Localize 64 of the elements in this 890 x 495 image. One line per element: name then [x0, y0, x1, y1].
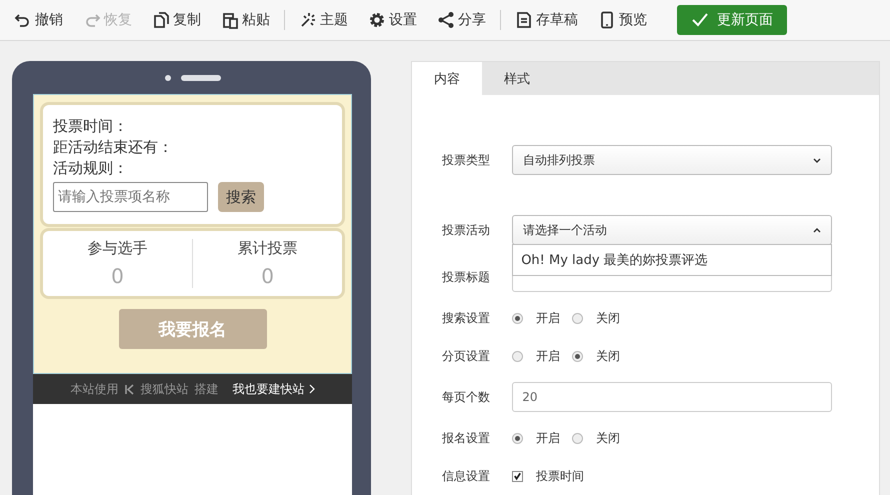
toolbar-button[interactable]: 主题 [291, 7, 356, 33]
share-icon [437, 11, 455, 29]
footer-text: 本站使用 [70, 380, 119, 398]
stat-label: 参与选手 [88, 239, 148, 258]
stat-label: 累计投票 [238, 239, 298, 258]
toolbar-button[interactable]: 复制 [144, 7, 209, 33]
toolbar-button[interactable]: 设置 [360, 7, 425, 33]
radio-label: 开启 [536, 348, 560, 364]
logo-icon [124, 384, 135, 394]
build-site-link[interactable]: 我也要建快站 [232, 380, 315, 398]
settings-icon [368, 11, 386, 29]
paste-icon [221, 11, 239, 29]
radio-button[interactable] [572, 432, 584, 444]
chevron-down-icon [813, 158, 822, 162]
wand-icon [299, 11, 317, 29]
stat-value: 0 [111, 264, 124, 288]
radio-label: 关闭 [596, 430, 620, 446]
radio-label: 开启 [536, 430, 560, 446]
field-label: 分页设置 [442, 348, 492, 364]
phone-icon [598, 11, 616, 29]
toolbar-button[interactable]: 分享 [429, 7, 494, 33]
toolbar-button[interactable]: 预览 [590, 7, 655, 33]
document-icon [515, 11, 533, 29]
stat-value: 0 [261, 264, 274, 288]
field-label: 报名设置 [442, 430, 492, 446]
toolbar-button[interactable]: 粘贴 [213, 7, 278, 33]
radio-label: 关闭 [596, 348, 620, 364]
dropdown-select[interactable]: 自动排列投票 [512, 145, 832, 175]
radio-label: 开启 [536, 310, 560, 326]
tab[interactable]: 内容 [412, 62, 482, 95]
check-icon [691, 11, 709, 29]
dropdown-option[interactable]: Oh! My lady 最美的妳投票评选 [513, 245, 832, 275]
field-label: 搜索设置 [442, 310, 492, 326]
info-text: 投票时间： [53, 117, 129, 136]
checkbox-label: 投票时间 [536, 468, 584, 484]
radio-button[interactable] [512, 350, 524, 362]
field-label: 投票活动 [442, 222, 492, 239]
field-label: 投票类型 [442, 152, 492, 169]
field-label: 投票标题 [442, 268, 492, 286]
dropdown-select[interactable]: 请选择一个活动 [512, 215, 832, 245]
update-page-button[interactable]: 更新页面 [677, 5, 787, 35]
footer-text: 搭建 [194, 380, 219, 398]
toolbar-button[interactable]: 撤销 [6, 7, 71, 33]
camera-icon [164, 74, 171, 80]
search-field[interactable]: 请输入投票项名称 [53, 182, 208, 212]
info-text: 距活动结束还有： [53, 138, 174, 157]
copy-icon [152, 11, 170, 29]
chevron-right-icon [308, 384, 315, 394]
chevron-up-icon [813, 228, 822, 232]
brand-text: 搜狐快站 [140, 380, 189, 398]
field-label: 信息设置 [442, 468, 492, 484]
field-label: 每页个数 [442, 388, 492, 406]
radio-label: 关闭 [596, 310, 620, 326]
search-button[interactable]: 搜索 [218, 182, 264, 212]
radio-button[interactable] [512, 432, 524, 444]
radio-button[interactable] [512, 312, 524, 324]
checkbox[interactable] [512, 470, 524, 482]
speaker-icon [180, 74, 221, 80]
radio-button[interactable] [572, 350, 584, 362]
tab[interactable]: 样式 [482, 62, 552, 95]
toolbar-button[interactable]: 存草稿 [507, 7, 586, 33]
info-text: 活动规则： [53, 159, 129, 178]
input-field[interactable]: 20 [512, 382, 832, 412]
radio-button[interactable] [572, 312, 584, 324]
